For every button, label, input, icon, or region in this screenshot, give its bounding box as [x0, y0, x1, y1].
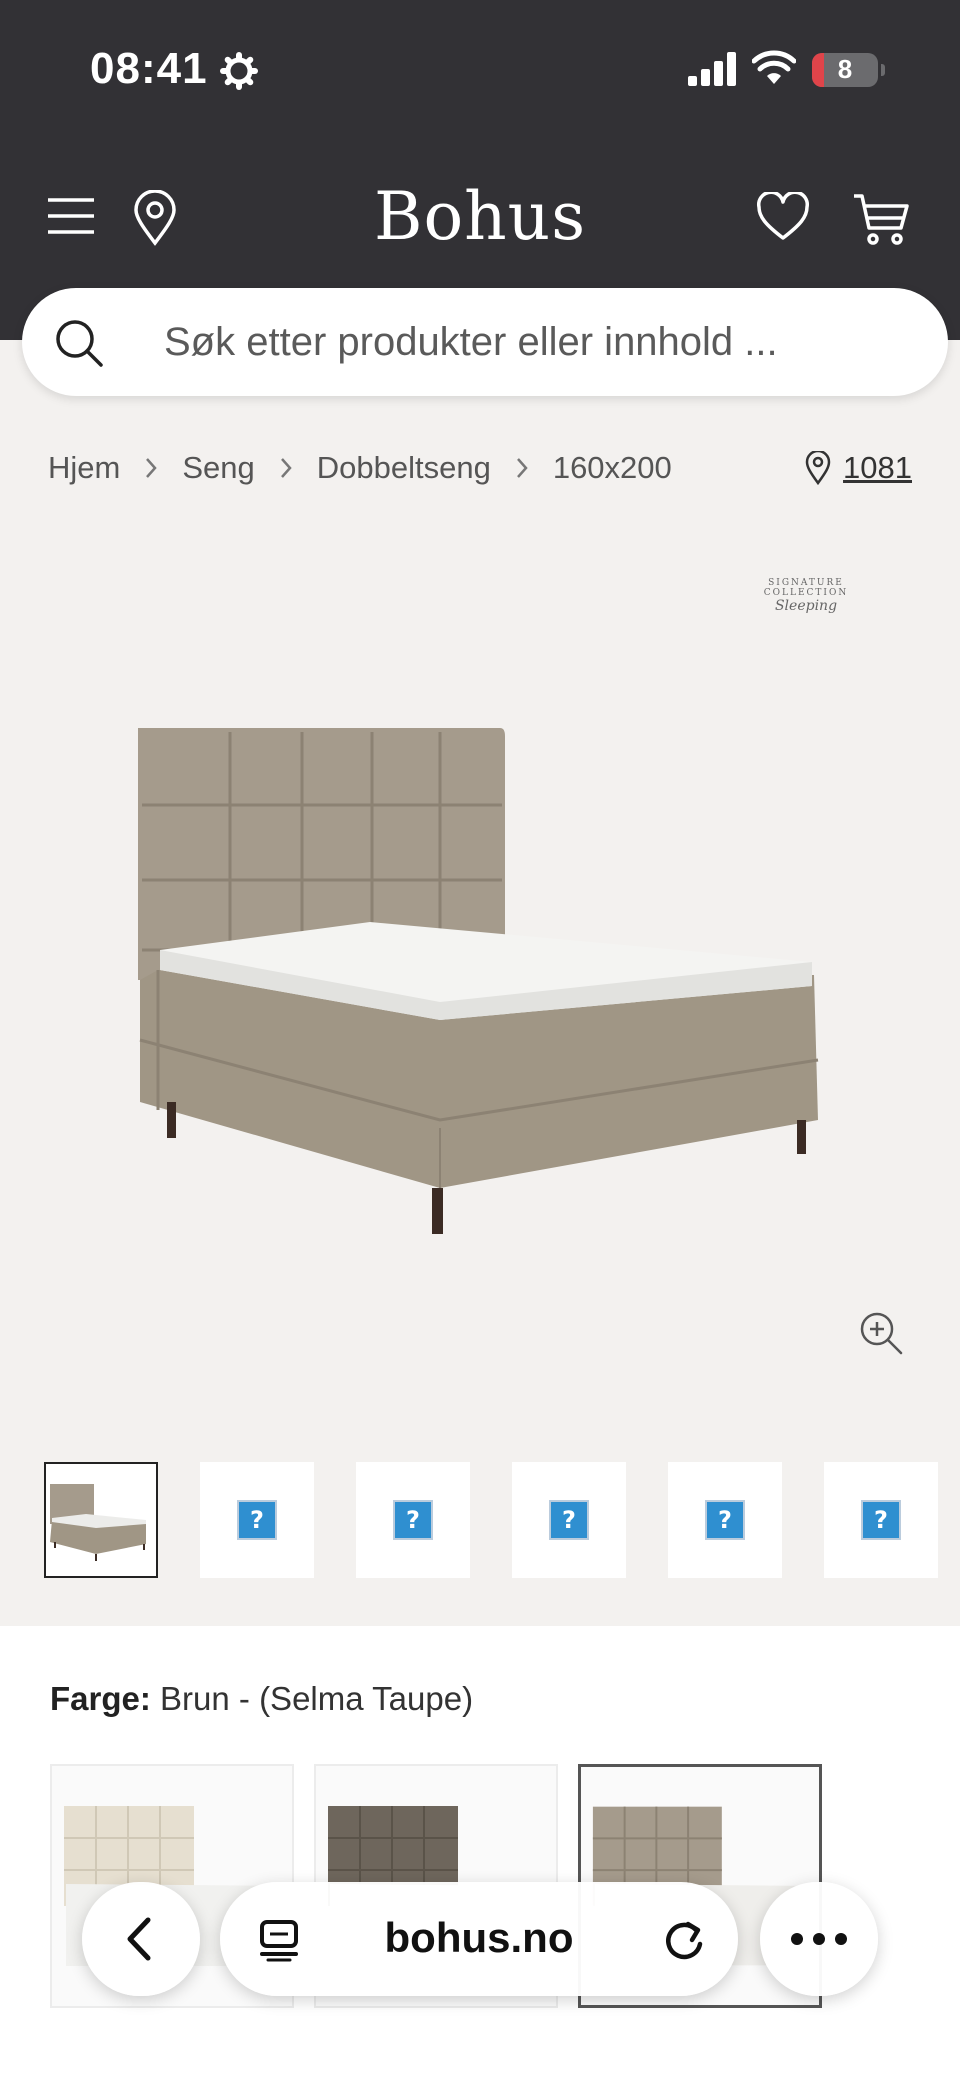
store-selector[interactable]: 1081 [805, 448, 912, 488]
thumbnail-6[interactable]: ? [824, 1462, 938, 1578]
signature-logo-line2: Sleeping [774, 598, 838, 614]
browser-back-button[interactable] [82, 1882, 200, 1996]
battery-indicator: 8 [812, 53, 885, 87]
more-dots-icon [791, 1933, 847, 1945]
missing-image-icon: ? [393, 1500, 433, 1540]
url-text[interactable]: bohus.no [220, 1914, 738, 1962]
breadcrumb-seng[interactable]: Seng [182, 450, 254, 486]
location-pin-icon [805, 451, 831, 485]
status-bar: 08:41 8 [0, 0, 960, 140]
missing-image-icon: ? [549, 1500, 589, 1540]
search-input[interactable] [164, 308, 904, 376]
svg-text:?: ? [406, 1506, 420, 1534]
thumbnail-strip: ? ? ? ? ? [44, 1462, 960, 1578]
color-selection-label: Farge: Brun - (Selma Taupe) [50, 1680, 473, 1718]
chevron-right-icon [146, 458, 158, 478]
chevron-right-icon [280, 458, 292, 478]
thumbnail-4[interactable]: ? [512, 1462, 626, 1578]
signature-logo-line1: SIGNATURE COLLECTION [763, 578, 849, 598]
battery-level: 8 [837, 54, 853, 84]
brand-logo[interactable]: Bohus [0, 178, 960, 255]
cart-icon[interactable] [852, 192, 910, 246]
chevron-right-icon [516, 458, 528, 478]
wishlist-heart-icon[interactable] [756, 192, 810, 242]
missing-image-icon: ? [705, 1500, 745, 1540]
status-time: 08:41 [90, 44, 208, 93]
search-icon [56, 320, 103, 367]
browser-more-button[interactable] [760, 1882, 878, 1996]
breadcrumb-home[interactable]: Hjem [48, 450, 120, 486]
svg-text:?: ? [562, 1506, 576, 1534]
product-image[interactable] [0, 510, 960, 1410]
signature-collection-logo: SIGNATURE COLLECTION Sleeping [726, 578, 886, 614]
cellular-signal-icon [688, 52, 736, 86]
svg-text:?: ? [874, 1506, 888, 1534]
reload-icon[interactable] [662, 1916, 706, 1962]
missing-image-icon: ? [861, 1500, 901, 1540]
store-number[interactable]: 1081 [843, 450, 912, 486]
missing-image-icon: ? [237, 1500, 277, 1540]
wifi-icon [752, 50, 796, 84]
thumbnail-3[interactable]: ? [356, 1462, 470, 1578]
thumbnail-1[interactable] [44, 1462, 158, 1578]
breadcrumb-dobbeltseng[interactable]: Dobbeltseng [317, 450, 491, 486]
browser-address-bar[interactable]: bohus.no [220, 1882, 738, 1996]
thumbnail-2[interactable]: ? [200, 1462, 314, 1578]
thumbnail-5[interactable]: ? [668, 1462, 782, 1578]
search-bar[interactable] [22, 288, 948, 396]
zoom-in-icon[interactable] [858, 1310, 904, 1356]
breadcrumb-current: 160x200 [552, 450, 672, 485]
gear-icon [220, 52, 258, 90]
chevron-left-icon [127, 1917, 151, 1961]
color-value: Brun - (Selma Taupe) [160, 1680, 474, 1717]
color-label: Farge: [50, 1680, 151, 1717]
svg-text:?: ? [718, 1506, 732, 1534]
bed-thumbnail-image [50, 1484, 146, 1561]
svg-text:?: ? [250, 1506, 264, 1534]
breadcrumb: Hjem Seng Dobbeltseng 160x200 [48, 448, 672, 488]
